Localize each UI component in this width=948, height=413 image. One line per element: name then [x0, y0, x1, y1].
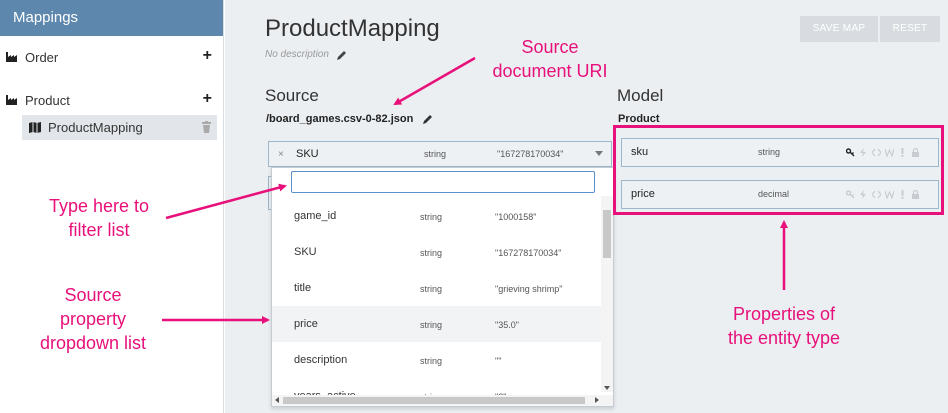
option-name: game_id	[294, 210, 337, 222]
filter-input[interactable]	[291, 171, 595, 193]
option-type: string	[420, 248, 443, 258]
source-property-dropdown: game_id string "1000158" SKU string "167…	[271, 167, 614, 407]
option-value: "grieving shrimp"	[495, 284, 563, 294]
property-name: price	[631, 188, 655, 200]
selected-property-value: "167278170034"	[497, 149, 564, 159]
clear-selection-button[interactable]: ×	[278, 149, 284, 160]
lock-icon[interactable]	[911, 148, 920, 157]
scroll-left-arrow-icon[interactable]	[275, 397, 279, 403]
option-name: title	[294, 282, 312, 294]
wiki-icon[interactable]	[885, 148, 894, 157]
factory-icon	[6, 95, 17, 105]
scrollbar-thumb[interactable]	[603, 210, 611, 258]
key-icon[interactable]	[846, 148, 855, 157]
option-value: "1000158"	[495, 212, 537, 222]
wiki-icon[interactable]	[885, 190, 894, 199]
lock-icon[interactable]	[911, 190, 920, 199]
source-heading: Source	[265, 86, 319, 105]
list-item[interactable]: SKU string "167278170034"	[272, 234, 601, 270]
sidebar-group-order[interactable]: Order +	[0, 45, 224, 69]
annotation-filter: Type here to filter list	[48, 196, 150, 240]
sidebar-group-label: Product	[25, 93, 70, 108]
horizontal-scrollbar[interactable]	[272, 395, 613, 406]
scroll-down-arrow-icon[interactable]	[604, 386, 610, 390]
option-type: string	[420, 212, 443, 222]
add-mapping-button[interactable]: +	[203, 47, 212, 65]
selected-property-type: string	[424, 149, 447, 159]
model-properties-highlight: sku string price decimal	[613, 125, 944, 215]
option-type: string	[420, 284, 443, 294]
option-type: string	[420, 320, 443, 330]
property-icons	[846, 148, 920, 157]
pencil-icon[interactable]	[336, 50, 347, 61]
source-uri: /board_games.csv-0-82.json	[266, 113, 414, 125]
sidebar-group-product[interactable]: Product +	[0, 88, 224, 112]
scroll-right-arrow-icon[interactable]	[595, 397, 599, 403]
property-type: decimal	[758, 189, 790, 199]
trash-icon[interactable]	[202, 121, 211, 133]
property-name: sku	[631, 146, 649, 158]
option-value: "167278170034"	[495, 248, 562, 258]
factory-icon	[6, 52, 17, 62]
option-name: description	[294, 354, 348, 366]
save-map-button[interactable]: SAVE MAP	[800, 16, 878, 42]
model-heading: Model	[617, 86, 664, 105]
map-icon	[29, 122, 41, 133]
sidebar-title: Mappings	[0, 0, 223, 36]
option-value: ""	[495, 356, 502, 366]
annotation-dropdown: Source property dropdown list	[39, 285, 147, 353]
option-name: price	[294, 318, 318, 330]
sidebar-group-label: Order	[25, 50, 59, 65]
reset-button[interactable]: RESET	[880, 16, 940, 42]
sidebar-item-productmapping[interactable]: ProductMapping	[22, 115, 217, 140]
exclamation-icon[interactable]	[898, 190, 907, 199]
option-value: "35.0"	[495, 320, 519, 330]
pencil-icon[interactable]	[422, 114, 433, 125]
property-icons	[846, 190, 920, 199]
sidebar-item-label: ProductMapping	[48, 120, 143, 135]
model-property-row[interactable]: price decimal	[621, 180, 939, 209]
option-type: string	[420, 356, 443, 366]
code-icon[interactable]	[872, 190, 881, 199]
chevron-down-icon[interactable]	[595, 151, 603, 156]
option-name: SKU	[294, 246, 317, 258]
annotation-source-uri: Source document URI	[492, 37, 608, 81]
property-type: string	[758, 147, 781, 157]
source-property-select[interactable]: × SKU string "167278170034"	[268, 141, 612, 167]
model-property-row[interactable]: sku string	[621, 138, 939, 167]
model-entity: Product	[618, 113, 660, 125]
list-item[interactable]: price string "35.0"	[272, 306, 601, 342]
list-item[interactable]: title string "grieving shrimp"	[272, 270, 601, 306]
annotation-properties: Properties of the entity type	[727, 304, 841, 348]
lightning-icon[interactable]	[859, 148, 868, 157]
lightning-icon[interactable]	[859, 190, 868, 199]
description-text: No description	[265, 49, 329, 60]
list-item[interactable]: game_id string "1000158"	[272, 198, 601, 234]
list-item[interactable]: description string ""	[272, 342, 601, 378]
scrollbar-thumb[interactable]	[283, 397, 585, 404]
code-icon[interactable]	[872, 148, 881, 157]
page-title: ProductMapping	[265, 15, 440, 42]
add-mapping-button[interactable]: +	[203, 90, 212, 108]
vertical-scrollbar[interactable]	[601, 196, 613, 392]
key-icon[interactable]	[846, 190, 855, 199]
exclamation-icon[interactable]	[898, 148, 907, 157]
selected-property-name: SKU	[296, 148, 319, 160]
